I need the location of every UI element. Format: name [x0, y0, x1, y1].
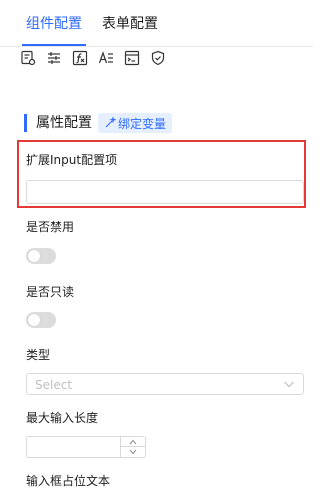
section-header: 属性配置 绑定变量	[24, 112, 173, 134]
max-length-stepper	[26, 436, 146, 458]
bind-variable-label: 绑定变量	[118, 116, 167, 131]
disabled-label: 是否禁用	[26, 220, 75, 234]
active-tab-indicator	[22, 44, 86, 46]
toggle-knob	[28, 314, 40, 326]
text-style-icon[interactable]	[98, 50, 114, 66]
max-length-label: 最大输入长度	[26, 411, 99, 425]
readonly-toggle[interactable]	[26, 312, 56, 328]
ext-input-field[interactable]	[26, 180, 304, 204]
decrement-button[interactable]	[121, 447, 145, 457]
config-tabs: 组件配置 表单配置	[0, 0, 313, 47]
tab-component-config[interactable]: 组件配置	[26, 14, 82, 34]
type-label: 类型	[26, 348, 51, 362]
increment-button[interactable]	[121, 437, 145, 447]
shield-check-icon[interactable]	[150, 50, 166, 66]
document-settings-icon[interactable]	[20, 50, 36, 66]
placeholder-text-label: 输入框占位文本	[26, 474, 111, 488]
magic-wand-icon	[105, 117, 116, 128]
stepper-controls	[120, 437, 145, 457]
readonly-label: 是否只读	[26, 285, 75, 299]
type-select[interactable]: Select	[26, 373, 304, 395]
function-icon[interactable]	[72, 50, 88, 66]
chevron-down-icon	[284, 381, 294, 388]
toolbar	[20, 50, 166, 72]
type-select-placeholder: Select	[35, 378, 73, 392]
tab-form-config[interactable]: 表单配置	[102, 14, 158, 34]
max-length-input[interactable]	[27, 437, 133, 457]
chevron-up-icon	[129, 439, 137, 444]
disabled-toggle[interactable]	[26, 248, 56, 264]
ext-input-label: 扩展Input配置项	[26, 153, 118, 167]
toggle-knob	[28, 250, 40, 262]
bind-variable-button[interactable]: 绑定变量	[98, 113, 173, 133]
sliders-icon[interactable]	[46, 50, 62, 66]
section-title: 属性配置	[36, 115, 92, 131]
chevron-down-icon	[129, 449, 137, 455]
section-accent-bar	[24, 114, 27, 132]
form-layout-icon[interactable]	[124, 50, 140, 66]
